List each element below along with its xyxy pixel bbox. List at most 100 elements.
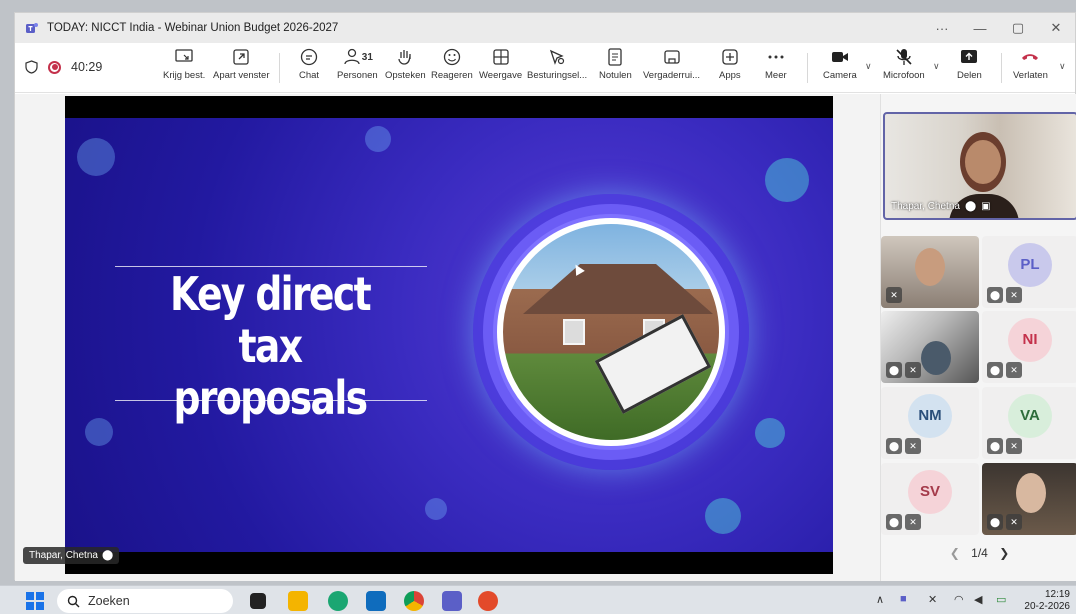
vergaderruimte-button[interactable]: Vergaderrui... [643, 47, 700, 89]
participant-count: 31 [361, 51, 373, 63]
outlook-icon[interactable] [366, 591, 386, 611]
toolbar-divider [1001, 53, 1002, 83]
mic-tray-icon[interactable]: ✕ [928, 593, 937, 606]
reageren-button[interactable]: Reageren [431, 47, 473, 89]
chat-button[interactable]: Chat [299, 47, 319, 89]
chrome-icon[interactable] [404, 591, 424, 611]
raise-hand-icon [398, 50, 411, 65]
weergave-button[interactable]: Weergave [479, 47, 522, 89]
mic-options-chevron-icon[interactable]: ∨ [933, 61, 940, 72]
maximize-button[interactable]: ▢ [999, 13, 1037, 43]
minimize-button[interactable]: — [961, 13, 999, 43]
hang-up-icon [1022, 54, 1039, 60]
more-window-button[interactable]: ··· [923, 13, 961, 43]
verlaten-button[interactable]: Verlaten [1013, 47, 1048, 89]
tile-status: ⬤ ✕ [886, 514, 921, 530]
participant-gallery: Thapar, Chetna ⬤ ▣ ✕ PL ⬤ ✕ ⬤ ✕ NI ⬤ ✕ NM ⬤… [880, 94, 1076, 581]
file-explorer-icon[interactable] [288, 591, 308, 611]
org-icon: ⬤ [987, 514, 1003, 530]
camera-button[interactable]: Camera [823, 47, 857, 89]
toolbar-divider [807, 53, 808, 83]
edge-icon[interactable] [328, 591, 348, 611]
mic-off-icon: ✕ [1006, 287, 1022, 303]
apps-button[interactable]: Apps [719, 47, 741, 89]
tile-status: ⬤ ✕ [886, 438, 921, 454]
clock-time: 12:19 [1044, 589, 1070, 600]
popout-icon [233, 49, 249, 65]
avatar-pl: PL [1008, 242, 1052, 287]
slide-title-line-1: Key direct tax [170, 267, 372, 373]
house-roof [523, 264, 713, 314]
windows-start-icon[interactable] [26, 592, 44, 610]
participant-video-tile-3[interactable]: ⬤ ✕ [982, 463, 1076, 535]
plus-icon [722, 49, 738, 65]
participant-tile-pl[interactable]: PL ⬤ ✕ [982, 236, 1076, 308]
control-icon [550, 49, 565, 65]
delen-button[interactable]: Delen [957, 47, 982, 89]
participant-video-tile-2[interactable]: ⬤ ✕ [881, 311, 979, 383]
participant-tile-va[interactable]: VA ⬤ ✕ [982, 387, 1076, 459]
task-view-icon[interactable] [250, 593, 266, 609]
teams-taskbar-icon[interactable] [442, 591, 462, 611]
house-photo [497, 218, 725, 446]
speaker-face [965, 140, 1001, 184]
apart-venster-button[interactable]: Apart venster [213, 47, 270, 89]
search-icon [67, 595, 80, 607]
volume-icon[interactable]: ◀ [974, 593, 982, 606]
avatar-va: VA [1008, 393, 1052, 438]
opsteken-button[interactable]: Opsteken [385, 47, 426, 89]
participant-tile-ni[interactable]: NI ⬤ ✕ [982, 311, 1076, 383]
org-icon: ⬤ [964, 201, 977, 212]
org-icon: ⬤ [987, 362, 1003, 378]
wifi-icon[interactable]: ◠ [954, 593, 964, 606]
shared-content-stage: Key direct tax proposals Thapar, Chetna … [15, 94, 880, 581]
slide-divider-bottom [115, 400, 427, 401]
bokeh-decoration [755, 418, 785, 448]
notulen-button[interactable]: Notulen [599, 47, 632, 89]
prev-page-icon[interactable]: ❮ [950, 546, 960, 560]
search-placeholder: Zoeken [88, 594, 130, 608]
org-icon: ⬤ [987, 287, 1003, 303]
grid-icon [492, 49, 509, 65]
app-taskbar-icon[interactable] [478, 591, 498, 611]
tile-status: ✕ [886, 287, 902, 303]
teams-icon [26, 23, 38, 33]
tile-status: ⬤ ✕ [987, 514, 1022, 530]
participant-tile-sv[interactable]: SV ⬤ ✕ [881, 463, 979, 535]
taskbar-search[interactable]: Zoeken [57, 589, 233, 613]
page-indicator: 1/4 [971, 546, 988, 560]
participant-video-tile-1[interactable]: ✕ [881, 236, 979, 308]
teams-tray-icon[interactable]: ■ [900, 593, 907, 605]
mic-off-icon: ✕ [905, 514, 921, 530]
personen-button[interactable]: 31 Personen [337, 47, 378, 89]
toolbar-divider [279, 53, 280, 83]
mic-off-icon: ✕ [905, 438, 921, 454]
mic-off-icon: ✕ [905, 362, 921, 378]
microfoon-button[interactable]: Microfoon [883, 47, 925, 89]
mic-off-icon: ✕ [1006, 362, 1022, 378]
camera-options-chevron-icon[interactable]: ∨ [865, 61, 872, 72]
house-window [563, 319, 585, 345]
more-icon [768, 55, 784, 59]
taskbar-clock[interactable]: 12:19 20-2-2026 [1024, 589, 1070, 613]
participant-face [1016, 473, 1046, 513]
next-page-icon[interactable]: ❯ [999, 546, 1009, 560]
krijg-best-button[interactable]: Krijg best. [163, 47, 205, 89]
people-icon [344, 48, 360, 65]
room-icon [663, 50, 680, 64]
tray-overflow-icon[interactable]: ∧ [876, 593, 884, 606]
presenter-label: Thapar, Chetna ⬤ [23, 547, 120, 564]
meer-button[interactable]: Meer [765, 47, 787, 89]
leave-options-chevron-icon[interactable]: ∨ [1059, 61, 1066, 72]
close-button[interactable]: ✕ [1037, 13, 1075, 43]
recording-icon [48, 60, 61, 74]
meeting-timer: 40:29 [71, 60, 103, 74]
battery-icon[interactable]: ▭ [996, 593, 1006, 606]
org-icon: ⬤ [101, 550, 114, 561]
monitor-arrow-icon [175, 49, 193, 62]
title-bar: TODAY: NICCT India - Webinar Union Budge… [15, 13, 1075, 43]
speaker-video-tile[interactable]: Thapar, Chetna ⬤ ▣ [883, 112, 1076, 220]
participant-tile-nm[interactable]: NM ⬤ ✕ [881, 387, 979, 459]
tile-status: ⬤ ✕ [886, 362, 921, 378]
besturingselementen-button[interactable]: Besturingsel... [527, 47, 587, 89]
